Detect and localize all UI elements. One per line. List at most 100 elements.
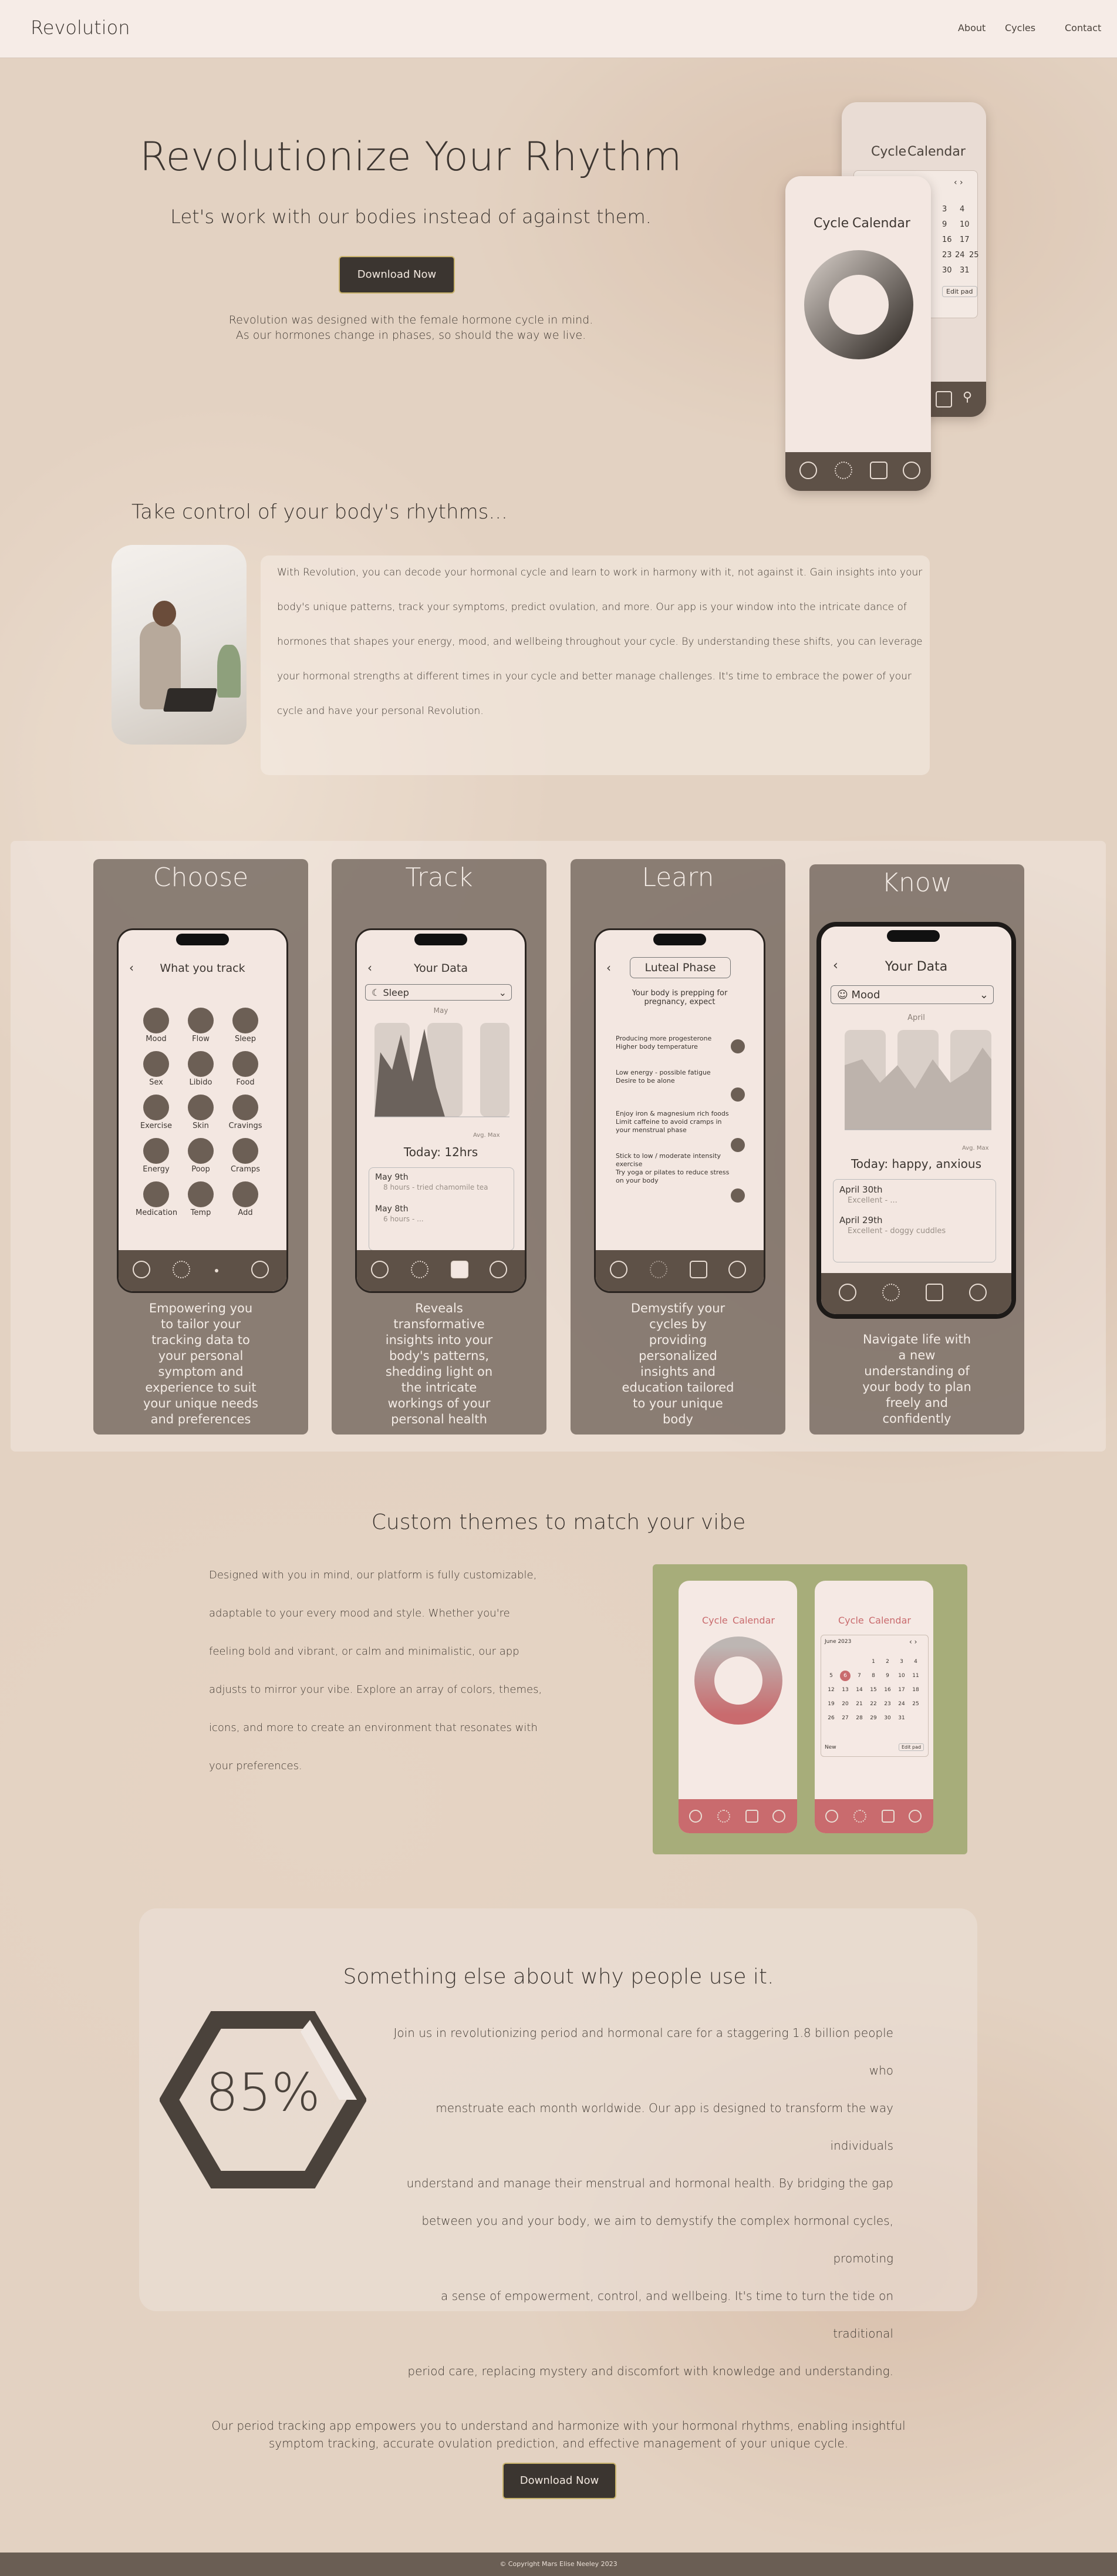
download-button-hero[interactable]: Download Now <box>339 256 455 294</box>
expand-icon[interactable] <box>731 1138 745 1152</box>
dot-icon[interactable] <box>215 1269 218 1272</box>
calendar-day[interactable]: 25 <box>910 1699 921 1709</box>
nav-about[interactable]: About <box>958 22 986 33</box>
calendar-new[interactable]: New <box>825 1745 836 1750</box>
expand-icon[interactable] <box>731 1087 745 1102</box>
calendar-day[interactable]: 6 <box>840 1671 851 1681</box>
edit-pad-button[interactable]: Edit pad <box>899 1743 924 1751</box>
cycle-icon[interactable] <box>133 1261 150 1278</box>
chevron-icon[interactable]: ‹ › <box>909 1638 917 1646</box>
calendar-day[interactable]: 5 <box>826 1671 836 1681</box>
heart-icon[interactable] <box>690 1261 707 1278</box>
food-icon[interactable] <box>232 1051 258 1077</box>
heart-icon[interactable] <box>926 1284 943 1301</box>
calendar-day[interactable]: 14 <box>854 1685 865 1695</box>
back-icon[interactable]: ‹ <box>606 961 611 975</box>
exercise-icon[interactable] <box>143 1095 169 1120</box>
tab-calendar[interactable]: Calendar <box>869 1615 911 1626</box>
calendar-day[interactable]: 18 <box>910 1685 921 1695</box>
user-icon[interactable] <box>969 1284 987 1301</box>
heart-icon[interactable] <box>451 1261 468 1278</box>
calendar-day[interactable]: 15 <box>868 1685 879 1695</box>
poop-icon[interactable] <box>188 1138 214 1164</box>
libido-icon[interactable] <box>188 1051 214 1077</box>
download-button-footer[interactable]: Download Now <box>502 2463 616 2499</box>
calendar-icon[interactable] <box>853 1810 866 1823</box>
calendar-day[interactable]: 8 <box>868 1671 879 1681</box>
heart-icon[interactable] <box>936 391 952 408</box>
cycle-icon[interactable] <box>371 1261 389 1278</box>
flow-icon[interactable] <box>188 1008 214 1033</box>
cycle-icon[interactable] <box>799 462 817 479</box>
tab-cycle[interactable]: Cycle <box>702 1615 728 1626</box>
sex-icon[interactable] <box>143 1051 169 1077</box>
nav-cycles[interactable]: Cycles <box>1005 22 1035 33</box>
user-icon[interactable] <box>903 462 920 479</box>
calendar-day[interactable]: 20 <box>840 1699 851 1709</box>
data-selector[interactable]: ☾ Sleep ⌄ <box>365 984 512 1001</box>
entries-list[interactable]: May 9th 8 hours - tried chamomile tea Ma… <box>369 1167 514 1251</box>
calendar-icon[interactable] <box>650 1261 667 1278</box>
calendar-day[interactable]: 29 <box>868 1713 879 1723</box>
mood-icon[interactable] <box>143 1008 169 1033</box>
calendar-day[interactable]: 11 <box>910 1671 921 1681</box>
heart-icon[interactable] <box>870 462 887 479</box>
calendar-icon[interactable] <box>717 1810 730 1823</box>
calendar-day[interactable]: 1 <box>868 1656 879 1667</box>
tab-calendar[interactable]: Calendar <box>733 1615 775 1626</box>
skin-icon[interactable] <box>188 1095 214 1120</box>
calendar-day[interactable]: 22 <box>868 1699 879 1709</box>
calendar-day[interactable]: 10 <box>896 1671 907 1681</box>
user-icon[interactable] <box>728 1261 746 1278</box>
cycle-icon[interactable] <box>825 1810 838 1823</box>
calendar-day[interactable]: 2 <box>882 1656 893 1667</box>
logo[interactable]: Revolution <box>31 16 130 39</box>
data-selector[interactable]: ☺ Mood ⌄ <box>831 985 994 1004</box>
cycle-icon[interactable] <box>839 1284 856 1301</box>
energy-icon[interactable] <box>143 1138 169 1164</box>
calendar-icon[interactable] <box>173 1261 190 1278</box>
calendar-day[interactable]: 7 <box>854 1671 865 1681</box>
add-icon[interactable] <box>232 1181 258 1207</box>
heart-icon[interactable] <box>882 1810 895 1823</box>
medication-icon[interactable] <box>143 1181 169 1207</box>
calendar-day[interactable]: 28 <box>854 1713 865 1723</box>
calendar-day[interactable]: 13 <box>840 1685 851 1695</box>
calendar-day[interactable]: 4 <box>910 1656 921 1667</box>
user-icon[interactable] <box>772 1810 785 1823</box>
temp-icon[interactable] <box>188 1181 214 1207</box>
expand-icon[interactable] <box>731 1039 745 1053</box>
tab-cycle[interactable]: Cycle <box>814 216 849 231</box>
user-icon[interactable] <box>909 1810 922 1823</box>
calendar-day[interactable]: 17 <box>896 1685 907 1695</box>
cravings-icon[interactable] <box>232 1095 258 1120</box>
user-icon[interactable] <box>251 1261 269 1278</box>
calendar-day[interactable]: 16 <box>882 1685 893 1695</box>
calendar-day[interactable]: 12 <box>826 1685 836 1695</box>
cycle-icon[interactable] <box>689 1810 702 1823</box>
expand-icon[interactable] <box>731 1188 745 1203</box>
tab-calendar[interactable]: Calendar <box>852 216 910 231</box>
user-icon[interactable]: ⚲ <box>963 390 973 406</box>
calendar-month[interactable]: June 2023 <box>825 1639 851 1645</box>
calendar-day[interactable]: 30 <box>882 1713 893 1723</box>
calendar-icon[interactable] <box>411 1261 428 1278</box>
calendar-day[interactable]: 3 <box>896 1656 907 1667</box>
cycle-icon[interactable] <box>610 1261 627 1278</box>
calendar-day[interactable]: 26 <box>826 1713 836 1723</box>
calendar-day[interactable]: 9 <box>882 1671 893 1681</box>
calendar-icon[interactable] <box>835 462 852 479</box>
cramps-icon[interactable] <box>232 1138 258 1164</box>
calendar-day[interactable]: 23 <box>882 1699 893 1709</box>
sleep-icon[interactable] <box>232 1008 258 1033</box>
calendar-day[interactable]: 19 <box>826 1699 836 1709</box>
heart-icon[interactable] <box>745 1810 758 1823</box>
chevron-icon[interactable]: ‹ › <box>954 178 963 187</box>
calendar-icon[interactable] <box>882 1284 900 1301</box>
nav-contact[interactable]: Contact <box>1065 22 1101 33</box>
calendar-day[interactable]: 31 <box>896 1713 907 1723</box>
calendar-day[interactable]: 21 <box>854 1699 865 1709</box>
user-icon[interactable] <box>490 1261 507 1278</box>
calendar-day[interactable]: 24 <box>896 1699 907 1709</box>
tab-cycle[interactable]: Cycle <box>838 1615 864 1626</box>
